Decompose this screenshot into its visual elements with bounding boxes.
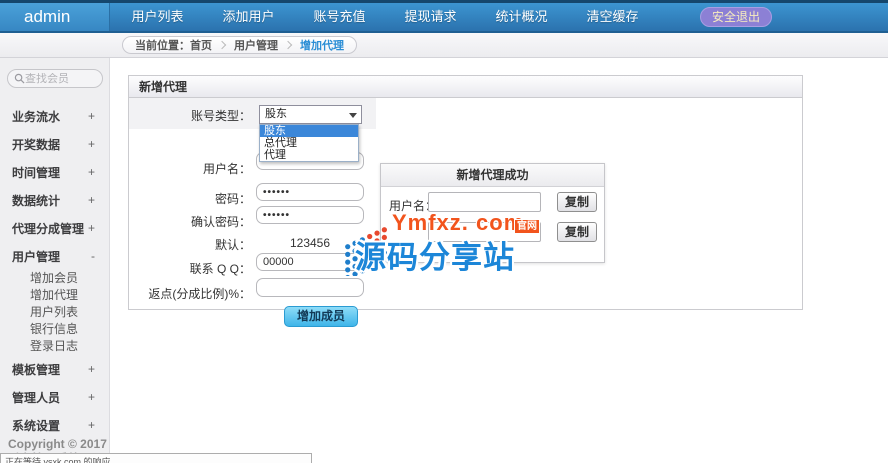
breadcrumb: 当前位置：首页 用户管理 增加代理 bbox=[122, 36, 357, 54]
sidebar-item-lottery-data[interactable]: 开奖数据 + bbox=[0, 130, 109, 158]
add-member-button[interactable]: 增加成员 bbox=[284, 306, 358, 327]
sidebar-item-template-mgmt[interactable]: 模板管理 + bbox=[0, 355, 109, 383]
nav-clear-cache[interactable]: 清空缓存 bbox=[567, 3, 658, 31]
logout-button[interactable]: 安全退出 bbox=[700, 7, 772, 27]
agent-created-modal: 新增代理成功 用户名： 复制 复制 bbox=[380, 163, 605, 263]
expand-icon: + bbox=[88, 193, 95, 207]
password-input[interactable] bbox=[256, 183, 364, 201]
sidebar-item-label: 业务流水 bbox=[12, 108, 60, 125]
sidebar-item-system-settings[interactable]: 系统设置 + bbox=[0, 411, 109, 439]
app-logo: admin bbox=[0, 3, 110, 31]
sidebar-item-data-stats[interactable]: 数据统计 + bbox=[0, 186, 109, 214]
admin-app: admin 用户列表 添加用户 账号充值 提现请求 统计概况 清空缓存 安全退出… bbox=[0, 0, 888, 463]
sidebar-menu: 业务流水 + 开奖数据 + 时间管理 + 数据统计 + 代理分成管理 + 用户管… bbox=[0, 102, 109, 439]
sidebar-item-label: 模板管理 bbox=[12, 361, 60, 378]
sidebar-item-business-flow[interactable]: 业务流水 + bbox=[0, 102, 109, 130]
account-type-select[interactable]: 股东 bbox=[259, 105, 362, 124]
nav-recharge[interactable]: 账号充值 bbox=[294, 3, 385, 31]
sidebar-item-label: 系统设置 bbox=[12, 417, 60, 434]
nav-user-list[interactable]: 用户列表 bbox=[112, 3, 203, 31]
qq-input[interactable] bbox=[256, 253, 364, 271]
expand-icon: + bbox=[88, 390, 95, 404]
expand-icon: + bbox=[88, 165, 95, 179]
sidebar-subitem-add-member[interactable]: 增加会员 bbox=[0, 270, 109, 287]
nav-withdraw-request[interactable]: 提现请求 bbox=[385, 3, 476, 31]
expand-icon: + bbox=[88, 418, 95, 432]
sidebar-item-label: 数据统计 bbox=[12, 192, 60, 209]
collapse-icon: - bbox=[91, 249, 95, 263]
sidebar-item-label: 开奖数据 bbox=[12, 136, 60, 153]
chevron-right-icon bbox=[284, 41, 292, 49]
expand-icon: + bbox=[88, 137, 95, 151]
modal-password-value[interactable] bbox=[428, 222, 541, 242]
modal-username-value[interactable] bbox=[428, 192, 541, 212]
browser-status-bar: 正在等待 ysxk.com 的响应 bbox=[0, 453, 312, 463]
chevron-down-icon bbox=[349, 113, 357, 118]
sidebar-item-label: 时间管理 bbox=[12, 164, 60, 181]
confirm-password-label: 确认密码： bbox=[129, 213, 251, 230]
copy-username-button[interactable]: 复制 bbox=[557, 192, 597, 212]
rebate-label: 返点(分成比例)%： bbox=[129, 285, 251, 302]
expand-icon: + bbox=[88, 221, 95, 235]
rebate-input[interactable] bbox=[256, 278, 364, 297]
member-search-box[interactable] bbox=[7, 69, 103, 88]
sidebar-item-user-mgmt[interactable]: 用户管理 - bbox=[0, 242, 109, 270]
sidebar: 业务流水 + 开奖数据 + 时间管理 + 数据统计 + 代理分成管理 + 用户管… bbox=[0, 58, 110, 463]
copy-password-button[interactable]: 复制 bbox=[557, 222, 597, 242]
sidebar-item-time-mgmt[interactable]: 时间管理 + bbox=[0, 158, 109, 186]
confirm-password-input[interactable] bbox=[256, 206, 364, 224]
sidebar-item-label: 代理分成管理 bbox=[12, 220, 84, 237]
sidebar-subitem-bank-info[interactable]: 银行信息 bbox=[0, 321, 109, 338]
search-icon bbox=[14, 73, 25, 84]
chevron-right-icon bbox=[218, 41, 226, 49]
sidebar-item-label: 管理人员 bbox=[12, 389, 60, 406]
nav-add-user[interactable]: 添加用户 bbox=[203, 3, 294, 31]
breadcrumb-add-agent[interactable]: 增加代理 bbox=[300, 37, 344, 53]
sidebar-item-admin-staff[interactable]: 管理人员 + bbox=[0, 383, 109, 411]
option-shareholder[interactable]: 股东 bbox=[260, 125, 358, 137]
sidebar-item-agent-share-mgmt[interactable]: 代理分成管理 + bbox=[0, 214, 109, 242]
selected-option: 股东 bbox=[265, 108, 287, 120]
top-nav: 用户列表 添加用户 账号充值 提现请求 统计概况 清空缓存 bbox=[112, 3, 658, 31]
search-input[interactable] bbox=[25, 73, 91, 85]
top-header: admin 用户列表 添加用户 账号充值 提现请求 统计概况 清空缓存 安全退出 bbox=[0, 0, 888, 33]
panel-title: 新增代理 bbox=[129, 76, 802, 98]
nav-statistics[interactable]: 统计概况 bbox=[476, 3, 567, 31]
option-agent[interactable]: 代理 bbox=[260, 149, 358, 161]
modal-title: 新增代理成功 bbox=[381, 164, 604, 187]
expand-icon: + bbox=[88, 109, 95, 123]
default-label: 默认： bbox=[129, 236, 251, 253]
sidebar-subitem-user-list[interactable]: 用户列表 bbox=[0, 304, 109, 321]
sidebar-item-label: 用户管理 bbox=[12, 248, 60, 265]
username-label: 用户名： bbox=[129, 160, 251, 177]
breadcrumb-user-mgmt[interactable]: 用户管理 bbox=[234, 37, 278, 53]
sidebar-subitem-add-agent[interactable]: 增加代理 bbox=[0, 287, 109, 304]
default-password-value: 123456 bbox=[256, 236, 364, 250]
sidebar-subitem-login-log[interactable]: 登录日志 bbox=[0, 338, 109, 355]
option-general-agent[interactable]: 总代理 bbox=[260, 137, 358, 149]
account-type-dropdown: 股东 总代理 代理 bbox=[259, 124, 359, 162]
breadcrumb-home[interactable]: 当前位置：首页 bbox=[135, 37, 212, 53]
expand-icon: + bbox=[88, 362, 95, 376]
password-label: 密码： bbox=[129, 190, 251, 207]
account-type-label: 账号类型： bbox=[129, 107, 251, 124]
breadcrumb-bar: 当前位置：首页 用户管理 增加代理 bbox=[0, 33, 888, 58]
qq-label: 联系 Q Q： bbox=[129, 260, 251, 277]
